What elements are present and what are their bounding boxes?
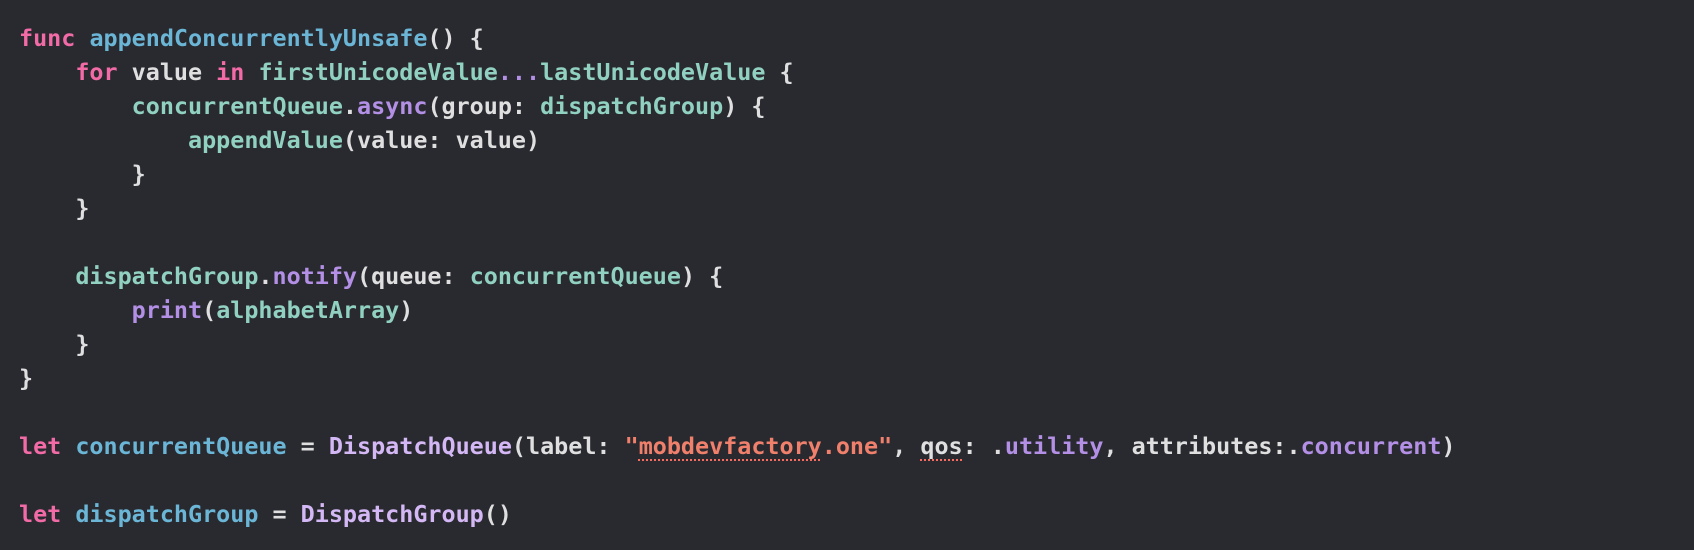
plain-token: value: [117, 58, 217, 86]
plain-token: =: [286, 432, 329, 460]
project-symbol-token: dispatchGroup: [75, 262, 259, 290]
declaration-token: concurrentQueue: [75, 432, 287, 460]
plain-token: , attributes:.: [1103, 432, 1301, 460]
plain-token: ): [1441, 432, 1456, 460]
project-symbol-token: concurrentQueue: [469, 262, 681, 290]
system-type-token: DispatchGroup: [300, 500, 484, 528]
system-symbol-token: concurrent: [1300, 432, 1442, 460]
plain-token: ) {: [680, 262, 724, 290]
system-type-token: DispatchQueue: [328, 432, 512, 460]
plain-token: (value: value): [342, 126, 541, 154]
system-symbol-token: async: [357, 92, 428, 120]
plain-token: {: [765, 58, 794, 86]
plain-token: .: [342, 92, 358, 120]
project-symbol-token: firstUnicodeValue: [258, 58, 498, 86]
keyword-token: let: [19, 432, 62, 460]
code-line: let concurrentQueue = DispatchQueue(labe…: [19, 429, 1694, 463]
spelling-flagged-token[interactable]: mobdevfactory: [639, 432, 822, 460]
plain-token: (: [202, 296, 217, 324]
code-line: dispatchGroup.notify(queue: concurrentQu…: [19, 259, 1694, 293]
project-symbol-token: dispatchGroup: [540, 92, 724, 120]
keyword-token: in: [216, 58, 245, 86]
plain-token: ) {: [723, 92, 766, 120]
system-symbol-token: print: [131, 296, 203, 324]
code-line: }: [19, 330, 90, 358]
keyword-token: func: [19, 24, 76, 52]
code-line: }: [19, 194, 90, 222]
plain-token: .: [258, 262, 273, 290]
operator-token: ...: [497, 58, 541, 86]
string-token: .one": [821, 432, 893, 460]
keyword-token: for: [75, 58, 118, 86]
plain-token: ): [399, 296, 414, 324]
plain-token: : .: [962, 432, 1005, 460]
code-line: let dispatchGroup = DispatchGroup(): [19, 497, 1694, 531]
code-editor[interactable]: func appendConcurrentlyUnsafe() { for va…: [0, 0, 1694, 550]
plain-token: (): [483, 500, 512, 528]
plain-token: =: [258, 500, 301, 528]
keyword-token: let: [19, 500, 62, 528]
plain-token: (queue:: [357, 262, 470, 290]
code-line: print(alphabetArray): [19, 293, 1694, 327]
project-symbol-token: concurrentQueue: [131, 92, 343, 120]
spelling-flagged-token[interactable]: qos: [920, 432, 962, 460]
code-line: appendValue(value: value): [19, 123, 1694, 157]
code-line: }: [19, 364, 34, 392]
code-line: concurrentQueue.async(group: dispatchGro…: [19, 89, 1694, 123]
function-name-token: appendConcurrentlyUnsafe: [89, 24, 428, 52]
plain-token: (group:: [427, 92, 541, 120]
code-line: for value in firstUnicodeValue...lastUni…: [19, 55, 1694, 89]
system-symbol-token: notify: [272, 262, 358, 290]
system-symbol-token: utility: [1004, 432, 1104, 460]
project-symbol-token: alphabetArray: [216, 296, 400, 324]
plain-token: ,: [892, 432, 921, 460]
plain-token: () {: [427, 24, 484, 52]
string-token: ": [624, 432, 639, 460]
code-line: }: [19, 160, 146, 188]
declaration-token: dispatchGroup: [75, 500, 259, 528]
project-symbol-token: lastUnicodeValue: [540, 58, 766, 86]
project-symbol-token: appendValue: [188, 126, 343, 154]
code-line: func appendConcurrentlyUnsafe() {: [19, 21, 1694, 55]
plain-token: (label:: [511, 432, 625, 460]
